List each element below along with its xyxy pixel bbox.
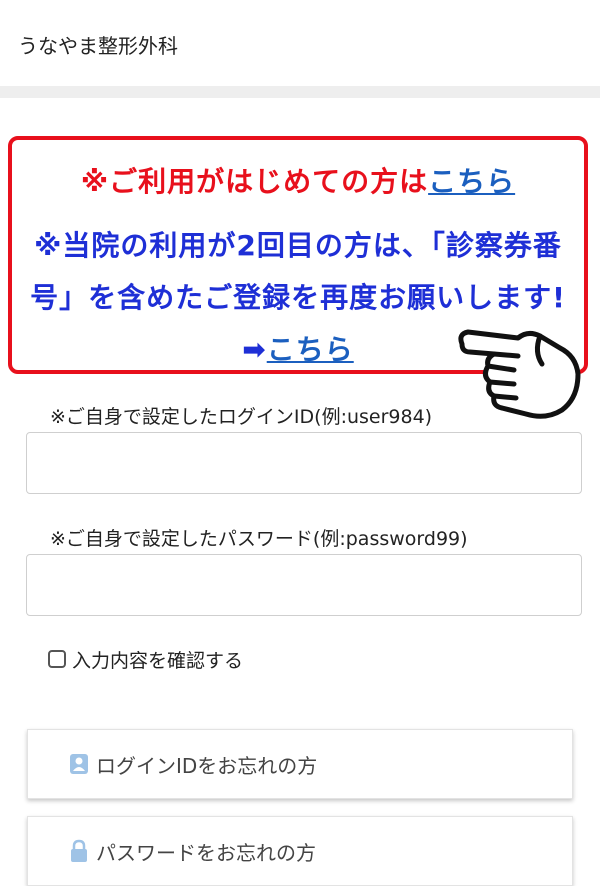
lock-icon [68,839,90,863]
password-input[interactable] [26,554,582,616]
first-time-notice: ※ご利用がはじめての方はこちら [12,160,584,200]
password-label: ※ご自身で設定したパスワード(例:password99) [50,528,468,550]
header-divider [0,86,600,98]
id-card-icon [68,752,90,776]
login-id-input[interactable] [26,432,582,494]
pointing-hand-icon [458,329,581,419]
page-title: うなやま整形外科 [18,34,178,58]
confirm-input-row[interactable]: 入力内容を確認する [48,646,243,672]
second-time-link[interactable]: こちら [267,333,354,366]
confirm-label: 入力内容を確認する [72,649,244,672]
first-time-text: ※ご利用がはじめての方は [80,165,429,198]
login-id-label: ※ご自身で設定したログインID(例:user984) [50,406,433,428]
forgot-login-id-button[interactable]: ログインIDをお忘れの方 [27,729,573,799]
forgot-password-button[interactable]: パスワードをお忘れの方 [27,816,573,886]
first-time-link[interactable]: こちら [428,165,515,198]
confirm-checkbox[interactable] [48,650,66,668]
header: うなやま整形外科 [0,0,600,87]
forgot-password-label: パスワードをお忘れの方 [96,840,316,865]
forgot-login-id-label: ログインIDをお忘れの方 [96,753,318,778]
